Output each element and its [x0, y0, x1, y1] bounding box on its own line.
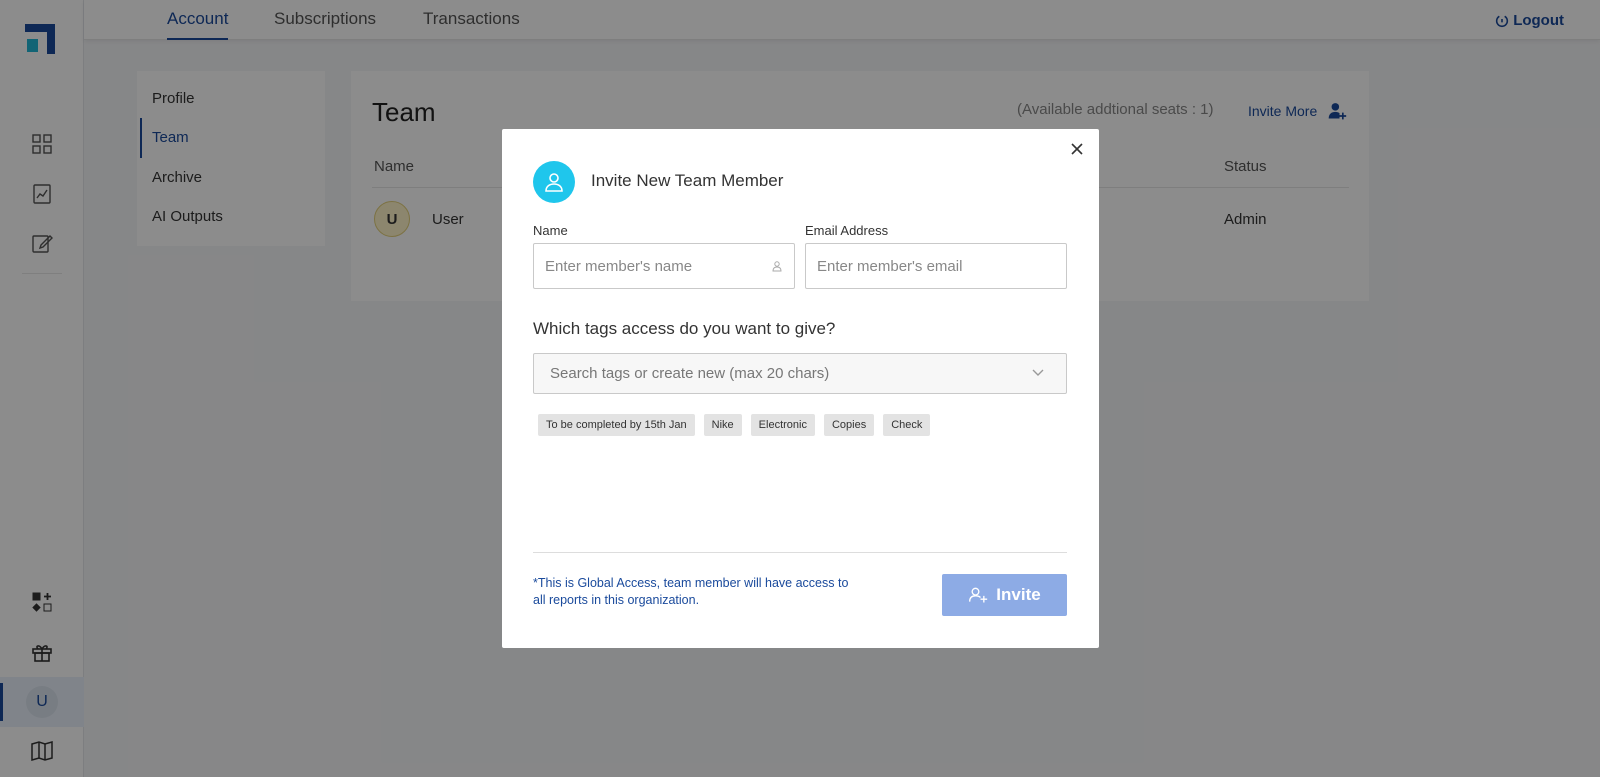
tag-chip[interactable]: Electronic [750, 414, 815, 436]
tags-question: Which tags access do you want to give? [533, 319, 836, 338]
tag-chip[interactable]: Check [883, 414, 931, 436]
user-icon [533, 161, 575, 203]
modal-title: Invite New Team Member [591, 171, 784, 190]
global-access-note: *This is Global Access, team member will… [533, 576, 849, 607]
tag-chip[interactable]: Copies [823, 414, 875, 436]
invite-button[interactable]: Invite [942, 574, 1067, 616]
email-input[interactable] [805, 243, 1067, 289]
tag-chip[interactable]: Nike [703, 414, 742, 436]
invite-button-label: Invite [996, 585, 1041, 604]
close-icon[interactable] [1070, 142, 1084, 156]
tag-chip[interactable]: To be completed by 15th Jan [538, 414, 695, 436]
person-field-icon [772, 261, 782, 272]
email-label: Email Address [805, 223, 889, 238]
invite-member-modal: Invite New Team Member Name Email Addres… [502, 129, 1099, 648]
tag-list: To be completed by 15th Jan Nike Electro… [538, 414, 931, 436]
tags-search-input[interactable] [533, 353, 1067, 394]
name-label: Name [533, 223, 568, 238]
add-user-icon [969, 587, 988, 603]
chevron-down-icon[interactable] [1031, 367, 1045, 379]
name-input[interactable] [533, 243, 795, 289]
